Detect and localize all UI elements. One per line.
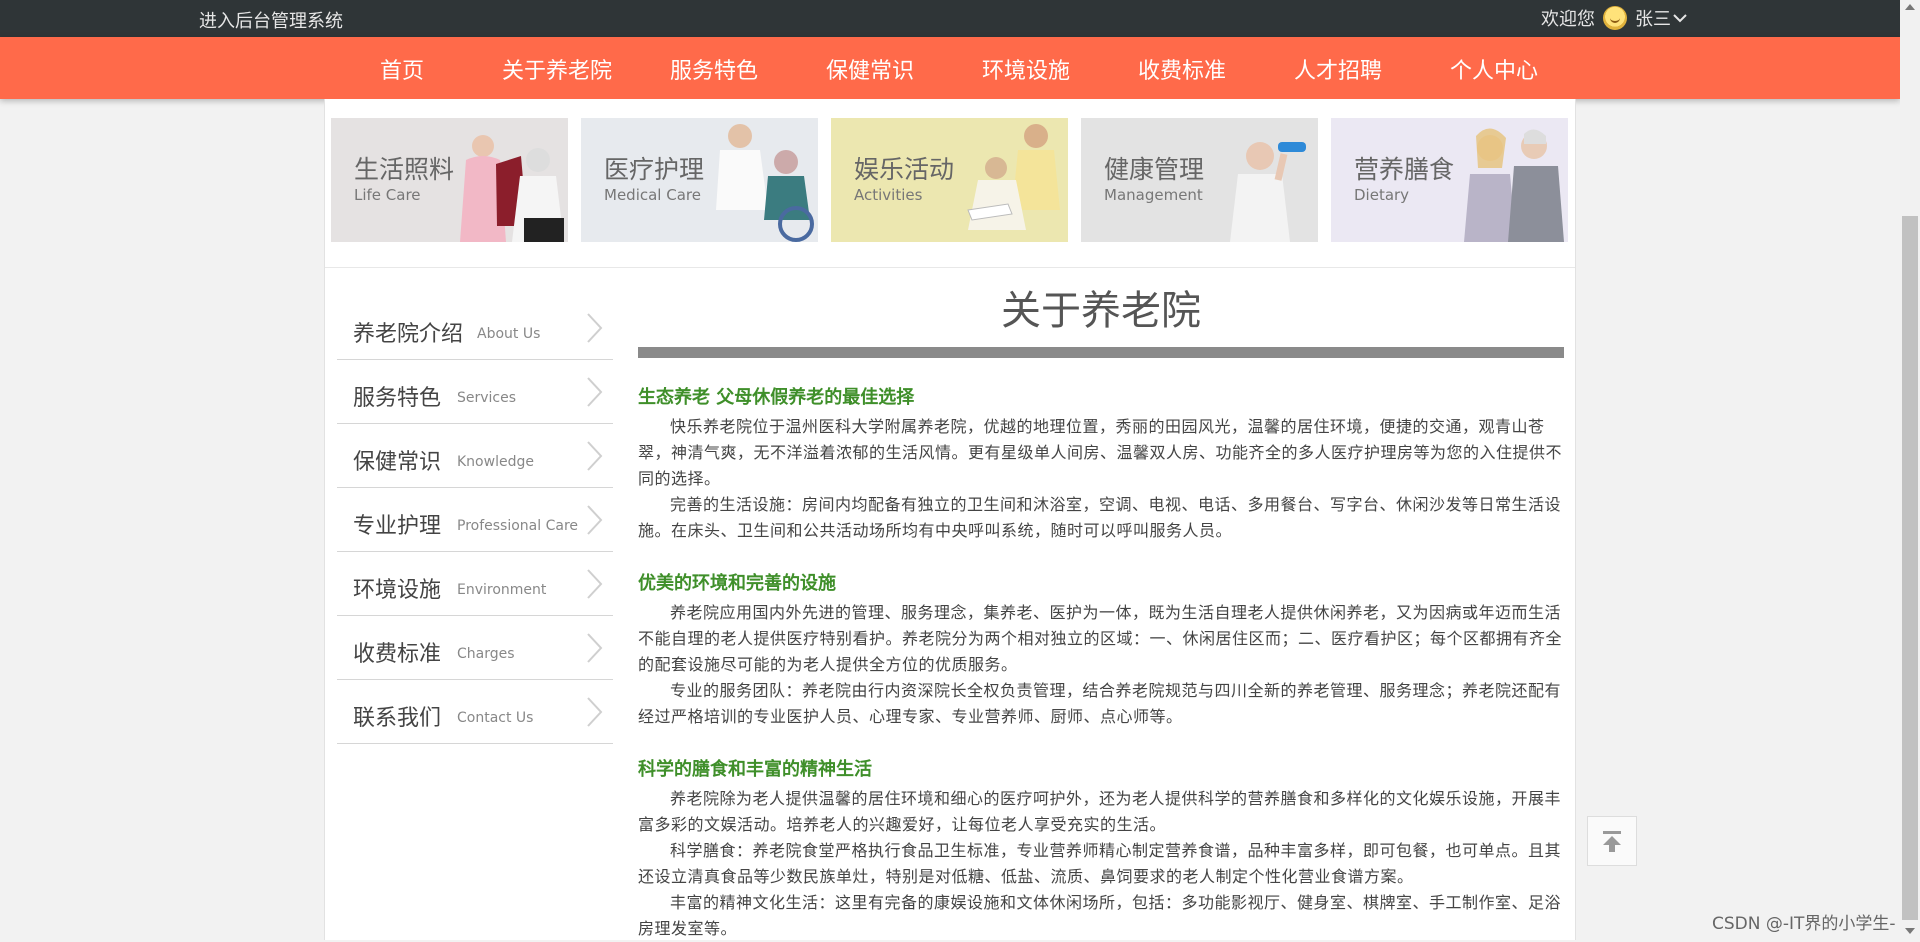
nav-item-services[interactable]: 服务特色 bbox=[670, 53, 758, 85]
elder-couple-photo-icon bbox=[1464, 128, 1564, 242]
avatar bbox=[1603, 6, 1627, 30]
section-paragraph: 丰富的精神文化生活：这里有完备的康娱设施和文体休闲场所，包括：多功能影视厅、健身… bbox=[638, 893, 1562, 938]
watermark: CSDN @-IT界的小学生- bbox=[1712, 914, 1896, 934]
banner-health-management[interactable]: 健康管理 Management bbox=[1081, 118, 1318, 242]
article-section: 生态养老 父母休假养老的最佳选择 快乐养老院位于温州医科大学附属养老院，优越的地… bbox=[638, 386, 1564, 544]
banner-subtitle: Life Care bbox=[354, 186, 421, 204]
banner-divider bbox=[325, 267, 1575, 268]
banner-dietary[interactable]: 营养膳食 Dietary bbox=[1331, 118, 1568, 242]
sidebar-item-label: 收费标准 bbox=[353, 642, 442, 667]
sidebar: 养老院介绍 About Us 服务特色 Services 保健常识 Knowle… bbox=[337, 296, 613, 744]
admin-system-link[interactable]: 进入后台管理系统 bbox=[199, 7, 343, 33]
page-scrollbar[interactable] bbox=[1900, 0, 1920, 940]
banner-subtitle: Dietary bbox=[1354, 186, 1410, 204]
sidebar-item-sublabel: Environment bbox=[457, 582, 547, 598]
top-bar: 进入后台管理系统 欢迎您 张三 bbox=[0, 0, 1900, 37]
sidebar-item-sublabel: Services bbox=[457, 390, 517, 406]
sidebar-item-label: 联系我们 bbox=[353, 706, 442, 731]
section-heading: 优美的环境和完善的设施 bbox=[638, 573, 836, 594]
section-paragraph: 专业的服务团队：养老院由行内资深院长全权负责管理，结合养老院规范与四川全新的养老… bbox=[638, 681, 1562, 726]
banner-subtitle: Medical Care bbox=[604, 186, 701, 204]
banner-title: 健康管理 bbox=[1104, 155, 1205, 184]
dumbbell-elder-photo-icon bbox=[1230, 142, 1306, 242]
scrollbar-thumb[interactable] bbox=[1902, 216, 1918, 920]
nav-item-knowledge[interactable]: 保健常识 bbox=[826, 53, 914, 85]
sidebar-item-sublabel: Charges bbox=[457, 646, 515, 662]
section-paragraph: 科学膳食：养老院食堂严格执行食品卫生标准，专业营养师精心制定营养食谱，品种丰富多… bbox=[638, 841, 1562, 886]
nurse-photo-icon bbox=[716, 124, 814, 242]
sidebar-item-sublabel: Knowledge bbox=[457, 454, 534, 470]
reading-elders-photo-icon bbox=[967, 124, 1060, 230]
section-paragraph: 快乐养老院位于温州医科大学附属养老院，优越的地理位置，秀丽的田园风光，温馨的居住… bbox=[638, 417, 1563, 488]
article-section: 科学的膳食和丰富的精神生活 养老院除为老人提供温馨的居住环境和细心的医疗呵护外，… bbox=[638, 758, 1564, 942]
banner-medical-care[interactable]: 医疗护理 Medical Care bbox=[581, 118, 818, 242]
sidebar-item-sublabel: About Us bbox=[477, 326, 541, 342]
banner-subtitle: Management bbox=[1104, 186, 1203, 204]
service-banners: 生活照料 Life Care 医疗护理 Medical Care 娱乐活动 Ac… bbox=[331, 118, 1571, 242]
back-to-top-button[interactable] bbox=[1587, 816, 1637, 866]
caregiver-photo-icon bbox=[460, 135, 564, 242]
scroll-up-icon[interactable] bbox=[1905, 4, 1915, 10]
chevron-down-icon bbox=[1673, 14, 1687, 23]
sidebar-item-sublabel: Professional Care bbox=[457, 518, 579, 534]
sidebar-item-services[interactable]: 服务特色 Services bbox=[337, 360, 613, 424]
sidebar-item-environment[interactable]: 环境设施 Environment bbox=[337, 552, 613, 616]
banner-title: 生活照料 bbox=[354, 155, 455, 184]
nav-item-about[interactable]: 关于养老院 bbox=[502, 53, 612, 85]
sidebar-item-sublabel: Contact Us bbox=[457, 710, 534, 726]
sidebar-item-contact[interactable]: 联系我们 Contact Us bbox=[337, 680, 613, 744]
sidebar-item-about[interactable]: 养老院介绍 About Us bbox=[337, 296, 613, 360]
section-paragraph: 养老院除为老人提供温馨的居住环境和细心的医疗呵护外，还为老人提供科学的营养膳食和… bbox=[638, 789, 1562, 834]
scroll-down-icon[interactable] bbox=[1905, 928, 1915, 934]
chevron-right-icon bbox=[587, 441, 603, 471]
main-container: 生活照料 Life Care 医疗护理 Medical Care 娱乐活动 Ac… bbox=[324, 99, 1576, 940]
sidebar-item-label: 服务特色 bbox=[353, 386, 442, 411]
article-section: 优美的环境和完善的设施 养老院应用国内外先进的管理、服务理念，集养老、医护为一体… bbox=[638, 572, 1564, 730]
main-nav: 首页 关于养老院 服务特色 保健常识 环境设施 收费标准 人才招聘 个人中心 bbox=[0, 37, 1900, 99]
nav-item-environment[interactable]: 环境设施 bbox=[982, 53, 1070, 85]
banner-life-care[interactable]: 生活照料 Life Care bbox=[331, 118, 568, 242]
sidebar-item-label: 专业护理 bbox=[353, 514, 442, 539]
sidebar-item-charges[interactable]: 收费标准 Charges bbox=[337, 616, 613, 680]
banner-activities[interactable]: 娱乐活动 Activities bbox=[831, 118, 1068, 242]
chevron-right-icon bbox=[587, 697, 603, 727]
section-paragraph: 养老院应用国内外先进的管理、服务理念，集养老、医护为一体，既为生活自理老人提供休… bbox=[638, 603, 1563, 674]
page-title: 关于养老院 bbox=[1001, 288, 1201, 334]
banner-subtitle: Activities bbox=[854, 186, 923, 204]
sidebar-item-label: 保健常识 bbox=[353, 450, 442, 475]
chevron-right-icon bbox=[587, 569, 603, 599]
section-heading: 科学的膳食和丰富的精神生活 bbox=[638, 759, 872, 780]
sidebar-item-label: 环境设施 bbox=[353, 578, 442, 603]
chevron-right-icon bbox=[587, 377, 603, 407]
banner-title: 营养膳食 bbox=[1354, 155, 1455, 184]
chevron-right-icon bbox=[587, 313, 603, 343]
chevron-right-icon bbox=[587, 505, 603, 535]
banner-title: 医疗护理 bbox=[604, 155, 705, 184]
username-dropdown[interactable]: 张三 bbox=[1635, 5, 1687, 31]
nav-item-recruitment[interactable]: 人才招聘 bbox=[1294, 53, 1382, 85]
section-heading: 生态养老 父母休假养老的最佳选择 bbox=[638, 387, 915, 408]
nav-item-home[interactable]: 首页 bbox=[380, 53, 424, 85]
nav-item-charges[interactable]: 收费标准 bbox=[1138, 53, 1226, 85]
arrow-up-to-line-icon bbox=[1603, 831, 1621, 852]
sidebar-item-knowledge[interactable]: 保健常识 Knowledge bbox=[337, 424, 613, 488]
username: 张三 bbox=[1635, 9, 1671, 30]
section-paragraph: 完善的生活设施：房间内均配备有独立的卫生间和沐浴室，空调、电视、电话、多用餐台、… bbox=[638, 495, 1562, 540]
nav-item-personal-center[interactable]: 个人中心 bbox=[1450, 53, 1538, 85]
chevron-right-icon bbox=[587, 633, 603, 663]
article: 关于养老院 生态养老 父母休假养老的最佳选择 快乐养老院位于温州医科大学附属养老… bbox=[638, 281, 1564, 942]
welcome-text: 欢迎您 bbox=[1541, 9, 1595, 30]
user-menu[interactable]: 欢迎您 张三 bbox=[1541, 5, 1687, 31]
sidebar-item-label: 养老院介绍 bbox=[353, 322, 464, 347]
title-rule bbox=[638, 347, 1564, 358]
sidebar-item-professional-care[interactable]: 专业护理 Professional Care bbox=[337, 488, 613, 552]
